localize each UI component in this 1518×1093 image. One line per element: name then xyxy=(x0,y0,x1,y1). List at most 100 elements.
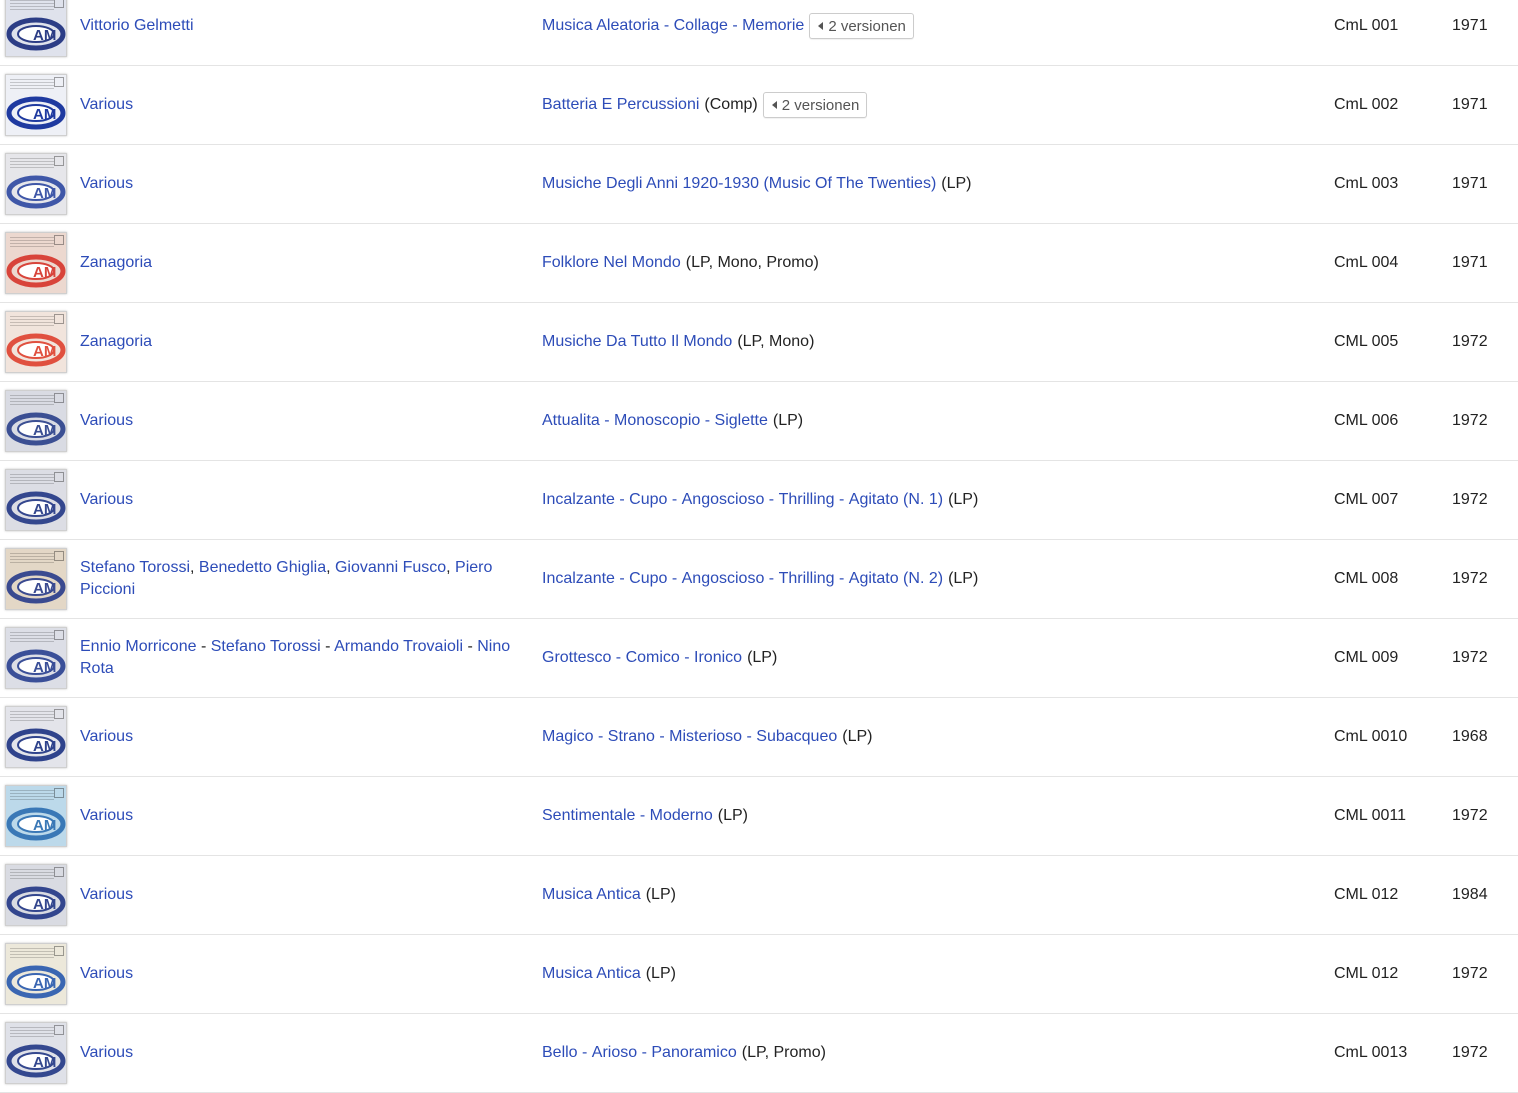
cover-logo-text: AM xyxy=(33,106,56,123)
album-cover-icon: AM xyxy=(6,17,66,51)
album-cover-thumbnail[interactable]: AM xyxy=(5,1022,67,1084)
artist-link[interactable]: Various xyxy=(80,728,133,745)
title-link[interactable]: Magico xyxy=(542,728,594,746)
title-separator: - xyxy=(614,570,630,587)
title-link[interactable]: Subacqueo xyxy=(756,728,837,746)
title-link[interactable]: Incalzante xyxy=(542,570,615,588)
release-row: AM Various Incalzante - Cupo - Angoscioso … xyxy=(0,461,1518,540)
title-link[interactable]: Musica Antica xyxy=(542,965,641,983)
title-link[interactable]: Musica Antica xyxy=(542,886,641,904)
title-link[interactable]: Musiche Degli Anni 1920-1930 (Music Of T… xyxy=(542,175,936,193)
album-cover-thumbnail[interactable]: AM xyxy=(5,74,67,136)
artist-link[interactable]: Armando Trovaioli xyxy=(334,638,463,655)
release-year: 1972 xyxy=(1452,412,1488,429)
cover-logo-text: AM xyxy=(33,185,56,202)
artist-link[interactable]: Ennio Morricone xyxy=(80,638,197,655)
album-cover-thumbnail[interactable]: AM xyxy=(5,706,67,768)
release-year: 1972 xyxy=(1452,649,1488,666)
artist-link[interactable]: Various xyxy=(80,807,133,824)
title-link[interactable]: Cupo xyxy=(629,491,667,509)
title-separator: - xyxy=(700,412,715,429)
release-row: AM Zanagoria Musiche Da Tutto Il Mondo (LP,… xyxy=(0,303,1518,382)
release-row: AM Various Musiche Degli Anni 1920-1930 (M… xyxy=(0,145,1518,224)
title-link[interactable]: Batteria E Percussioni xyxy=(542,96,699,114)
artist-link[interactable]: Various xyxy=(80,1044,133,1061)
release-year: 1971 xyxy=(1452,254,1488,271)
artist-separator: - xyxy=(463,638,478,655)
title-link[interactable]: Comico xyxy=(626,649,680,667)
artist-names: Stefano Torossi, Benedetto Ghiglia, Giov… xyxy=(80,557,530,601)
album-cover-thumbnail[interactable]: AM xyxy=(5,390,67,452)
artist-link[interactable]: Giovanni Fusco xyxy=(335,559,446,576)
title-link[interactable]: Angoscioso xyxy=(682,491,765,509)
title-link[interactable]: Musiche Da Tutto Il Mondo xyxy=(542,333,732,351)
cover-logo-text: AM xyxy=(33,27,56,44)
artist-cell: Various xyxy=(80,66,530,144)
artist-link[interactable]: Vittorio Gelmetti xyxy=(80,17,194,34)
title-link[interactable]: Panoramico xyxy=(651,1044,736,1062)
title-link[interactable]: Sentimentale xyxy=(542,807,635,825)
title-link[interactable]: Agitato (N. 2) xyxy=(849,570,943,588)
title-link[interactable]: Bello xyxy=(542,1044,578,1062)
artist-link[interactable]: Various xyxy=(80,175,133,192)
album-cover-thumbnail[interactable]: AM xyxy=(5,943,67,1005)
title-link[interactable]: Monoscopio xyxy=(614,412,700,430)
album-cover-thumbnail[interactable]: AM xyxy=(5,548,67,610)
title-link[interactable]: Musica Aleatoria - Collage - Memorie xyxy=(542,17,804,35)
title-link[interactable]: Thrilling xyxy=(779,491,835,509)
title-link[interactable]: Arioso xyxy=(592,1044,637,1062)
release-row: AM Ennio Morricone - Stefano Torossi - Ar… xyxy=(0,619,1518,698)
artist-link[interactable]: Zanagoria xyxy=(80,254,152,271)
artist-link[interactable]: Various xyxy=(80,886,133,903)
title-link[interactable]: Cupo xyxy=(629,570,667,588)
release-row: AM Various Batteria E Percussioni (Comp) 2 v… xyxy=(0,66,1518,145)
album-cover-thumbnail[interactable]: AM xyxy=(5,627,67,689)
release-year: 1972 xyxy=(1452,1044,1488,1061)
title-cell: Musiche Degli Anni 1920-1930 (Music Of T… xyxy=(542,145,1302,223)
album-cover-icon: AM xyxy=(6,333,66,367)
album-cover-thumbnail[interactable]: AM xyxy=(5,311,67,373)
title-separator: - xyxy=(742,728,757,745)
cover-logo-text: AM xyxy=(33,975,56,992)
artist-link[interactable]: Stefano Torossi xyxy=(80,559,190,576)
album-cover-thumbnail[interactable]: AM xyxy=(5,232,67,294)
title-link[interactable]: Strano xyxy=(608,728,655,746)
album-cover-thumbnail[interactable]: AM xyxy=(5,469,67,531)
title-link[interactable]: Siglette xyxy=(715,412,768,430)
format-label: (LP) xyxy=(645,886,676,903)
album-cover-icon: AM xyxy=(6,491,66,525)
album-cover-thumbnail[interactable]: AM xyxy=(5,785,67,847)
title-separator: - xyxy=(667,491,682,508)
title-link[interactable]: Moderno xyxy=(650,807,713,825)
title-link[interactable]: Attualita xyxy=(542,412,600,430)
title-link[interactable]: Agitato (N. 1) xyxy=(849,491,943,509)
artist-link[interactable]: Benedetto Ghiglia xyxy=(199,559,326,576)
artist-separator: , xyxy=(446,559,456,576)
versions-button[interactable]: 2 versionen xyxy=(762,92,868,118)
cover-logo-text: AM xyxy=(33,501,56,518)
artist-link[interactable]: Various xyxy=(80,412,133,429)
format-label: (Comp) xyxy=(704,96,758,113)
album-cover-thumbnail[interactable]: AM xyxy=(5,0,67,57)
title-link[interactable]: Angoscioso xyxy=(682,570,765,588)
album-cover-thumbnail[interactable]: AM xyxy=(5,153,67,215)
title-link[interactable]: Ironico xyxy=(694,649,742,667)
artist-link[interactable]: Zanagoria xyxy=(80,333,152,350)
artist-link[interactable]: Various xyxy=(80,491,133,508)
versions-button[interactable]: 2 versionen xyxy=(809,13,914,39)
artist-names: Various xyxy=(80,1042,133,1064)
title-link[interactable]: Incalzante xyxy=(542,491,615,509)
album-cover-icon: AM xyxy=(6,728,66,762)
title-link[interactable]: Grottesco xyxy=(542,649,611,667)
artist-link[interactable]: Various xyxy=(80,96,133,113)
artist-link[interactable]: Various xyxy=(80,965,133,982)
artist-cell: Ennio Morricone - Stefano Torossi - Arma… xyxy=(80,619,530,697)
artist-names: Various xyxy=(80,963,133,985)
title-link[interactable]: Misterioso xyxy=(669,728,742,746)
artist-names: Vittorio Gelmetti xyxy=(80,15,194,37)
title-link[interactable]: Thrilling xyxy=(779,570,835,588)
album-cover-thumbnail[interactable]: AM xyxy=(5,864,67,926)
title-link[interactable]: Folklore Nel Mondo xyxy=(542,254,681,272)
artist-link[interactable]: Stefano Torossi xyxy=(211,638,321,655)
album-cover-icon: AM xyxy=(6,649,66,683)
